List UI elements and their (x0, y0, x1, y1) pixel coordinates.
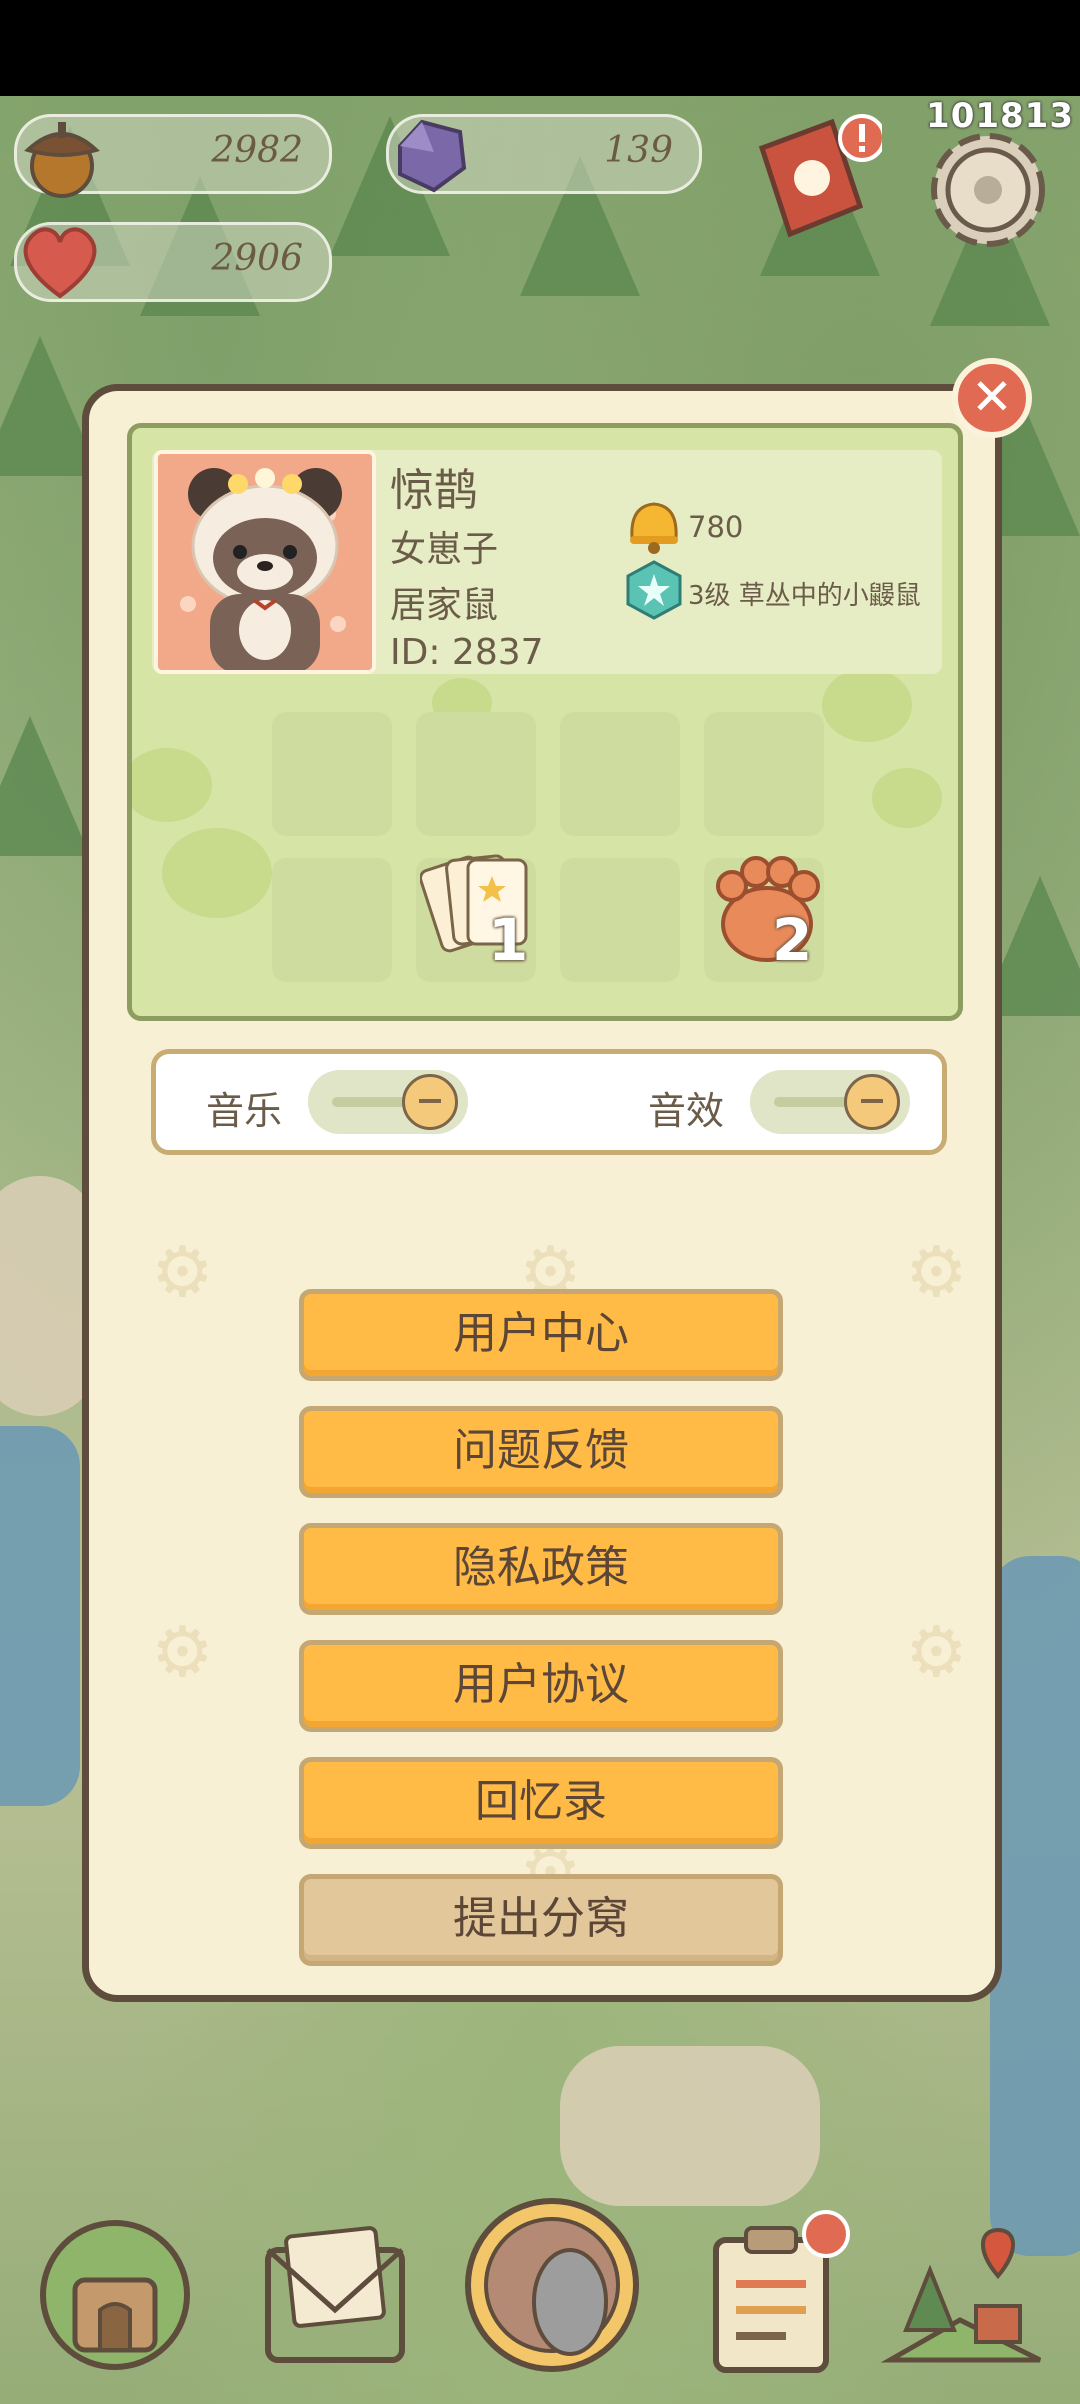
leave-nest-button[interactable]: 提出分窝 (299, 1874, 783, 1966)
gem-icon (382, 106, 478, 202)
feedback-button[interactable]: 问题反馈 (299, 1406, 783, 1498)
player-name: 惊鹊 (390, 465, 478, 516)
player-title: 女崽子 (390, 529, 499, 570)
mail-icon[interactable] (250, 2210, 420, 2380)
map-icon[interactable] (880, 2210, 1050, 2380)
build-code: 101813 (926, 96, 1074, 136)
user-center-button[interactable]: 用户中心 (299, 1289, 783, 1381)
sfx-toggle-knob[interactable] (844, 1074, 900, 1130)
home-icon[interactable] (30, 2210, 200, 2380)
acorn-count: 2982 (211, 130, 303, 171)
avatar[interactable] (154, 450, 376, 674)
settings-panel: ⚙ ⚙ ⚙ ⚙ ⚙ ⚙ 惊鹊 女崽子 居家鼠 ID: 2837 780 3级 草… (82, 384, 1002, 2002)
item-slot[interactable] (704, 712, 824, 836)
music-toggle-knob[interactable] (402, 1074, 458, 1130)
item-slot[interactable] (272, 712, 392, 836)
music-label: 音乐 (206, 1089, 283, 1133)
player-role: 居家鼠 (390, 585, 499, 626)
heart-icon (12, 212, 108, 308)
gem-count: 139 (604, 130, 673, 171)
paw-count: 2 (772, 906, 813, 974)
sfx-label: 音效 (648, 1089, 725, 1133)
music-toggle[interactable] (308, 1070, 468, 1134)
cards-count: 1 (488, 906, 529, 974)
item-slot[interactable] (272, 858, 392, 982)
gear-icon[interactable] (920, 122, 1056, 258)
player-id: ID: 2837 (390, 632, 544, 673)
clipboard-icon[interactable] (686, 2210, 856, 2380)
profile-card: 惊鹊 女崽子 居家鼠 ID: 2837 780 3级 草丛中的小鼹鼠 1 2 (127, 423, 963, 1021)
bell-icon (622, 494, 686, 558)
close-button[interactable]: ✕ (952, 358, 1032, 438)
heart-count: 2906 (211, 238, 303, 279)
status-bar (0, 0, 1080, 96)
item-slot[interactable] (560, 712, 680, 836)
item-slot[interactable] (560, 858, 680, 982)
level-text: 3级 草丛中的小鼹鼠 (688, 581, 921, 611)
mail-book-icon[interactable] (742, 108, 886, 258)
bell-count: 780 (688, 510, 744, 544)
audio-settings: 音乐 音效 (151, 1049, 947, 1155)
privacy-policy-button[interactable]: 隐私政策 (299, 1523, 783, 1615)
item-slot[interactable] (416, 712, 536, 836)
sfx-toggle[interactable] (750, 1070, 910, 1134)
user-agreement-button[interactable]: 用户协议 (299, 1640, 783, 1732)
acorn-icon (14, 106, 110, 202)
egg-icon[interactable] (462, 2190, 642, 2380)
memoir-button[interactable]: 回忆录 (299, 1757, 783, 1849)
level-star-icon (622, 558, 686, 622)
